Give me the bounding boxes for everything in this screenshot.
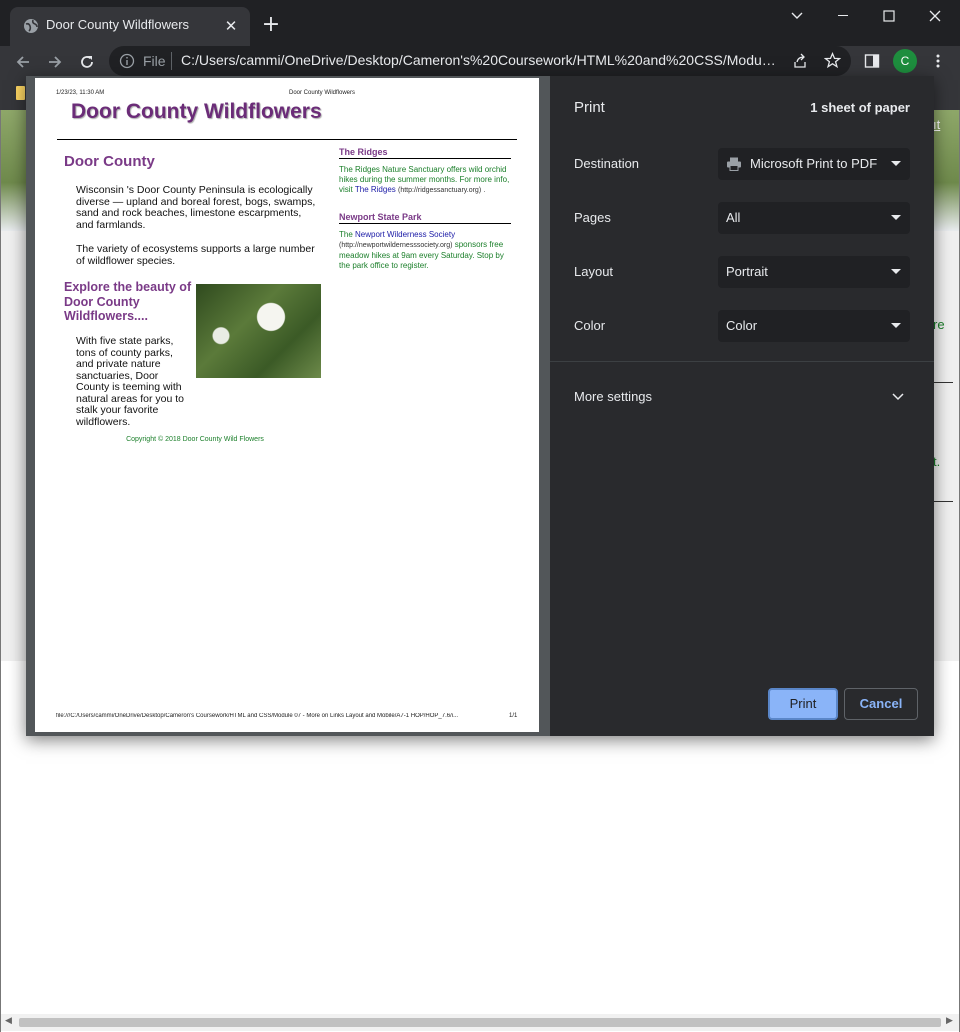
destination-label: Destination [574,156,640,171]
preview-header-date: 1/23/23, 11:30 AM [56,90,105,96]
arrow-left-icon [16,56,29,68]
dropdown-caret-icon [891,161,901,166]
close-icon [929,10,941,22]
page-divider [933,382,953,383]
reload-button[interactable] [74,49,100,75]
scroll-left-icon[interactable]: ◀ [5,1016,12,1026]
address-bar[interactable]: File C:/Users/cammi/OneDrive/Desktop/Cam… [109,46,851,76]
layout-label: Layout [574,264,614,279]
print-button[interactable]: Print [768,688,838,720]
minimize-button[interactable] [820,0,866,32]
layout-value: Portrait [726,264,768,279]
preview-paragraph-3: With five state parks, tons of county pa… [76,335,321,428]
chevron-down-icon [791,12,803,19]
preview-subheading: Explore the beauty of Door County Wildfl… [64,280,192,323]
preview-page-number: 1/1 [509,713,518,719]
color-select[interactable]: Color [718,310,910,342]
close-tab-icon[interactable]: ✕ [221,16,241,36]
preview-ridges-text: The Ridges Nature Sanctuary offers wild … [339,165,515,196]
page-nav-link[interactable]: ıt [933,117,940,132]
print-title: Print [574,99,605,116]
preview-side-rule [339,158,511,159]
browser-tab[interactable]: Door County Wildflowers ✕ [10,7,250,46]
preview-page: 1/23/23, 11:30 AM Door County Wildflower… [35,78,539,732]
preview-paragraph-2: The variety of ecosystems supports a lar… [76,243,315,267]
color-value: Color [726,318,758,333]
pages-value: All [726,210,741,225]
printer-icon [727,157,741,171]
preview-title-rule [57,139,517,140]
arrow-right-icon [49,56,62,68]
scrollbar-thumb[interactable] [19,1018,941,1027]
tab-title: Door County Wildflowers [46,17,190,32]
minimize-icon [838,15,848,16]
maximize-button[interactable] [866,0,912,32]
back-button[interactable] [10,49,36,75]
tab-search-button[interactable] [774,0,820,32]
sheet-count: 1 sheet of paper [810,100,910,115]
preview-header-title: Door County Wildflowers [289,90,356,96]
print-preview-area: 1/23/23, 11:30 AM Door County Wildflower… [26,76,550,736]
globe-icon [24,19,38,33]
reload-icon [81,56,93,68]
preview-page-title: Door County Wildflowers [71,100,322,123]
preview-copyright: Copyright © 2018 Door County Wild Flower… [126,436,264,443]
destination-select[interactable]: Microsoft Print to PDF [718,148,910,180]
preview-heading: Door County [64,153,155,170]
page-text-fragment: re [933,317,945,332]
ridges-end: . [483,187,486,194]
newport-link: Newport Wilderness Society [355,230,456,239]
destination-value: Microsoft Print to PDF [750,156,878,171]
preview-side-rule [339,223,511,224]
scheme-label: File [143,53,166,69]
preview-newport-heading: Newport State Park [339,212,422,222]
more-settings-label: More settings [574,389,653,404]
share-icon[interactable] [792,53,808,69]
ridges-url: (http://ridgessanctuary.org) [398,187,482,194]
star-icon[interactable] [824,52,841,69]
newport-pre: The [339,230,353,239]
scroll-right-icon[interactable]: ▶ [946,1016,953,1026]
pages-label: Pages [574,210,611,225]
close-window-button[interactable] [912,0,958,32]
dropdown-caret-icon [891,215,901,220]
url-text[interactable]: C:/Users/cammi/OneDrive/Desktop/Cameron'… [181,52,777,68]
dropdown-caret-icon [891,323,901,328]
ridges-link: The Ridges [354,185,396,194]
bookmark-folder-icon[interactable] [16,86,25,100]
maximize-icon [883,10,895,22]
dropdown-caret-icon [891,269,901,274]
more-settings-toggle[interactable]: More settings [550,382,934,412]
preview-footer-path: file:///C:/Users/cammi/OneDrive/Desktop/… [56,713,459,719]
cancel-button[interactable]: Cancel [844,688,918,720]
newport-url: (http://newportwildernesssociety.org) [339,242,453,249]
horizontal-scrollbar[interactable]: ◀ ▶ [1,1014,959,1031]
preview-paragraph-3-text: With five state parks, tons of county pa… [76,335,184,428]
preview-paragraph-1: Wisconsin 's Door County Peninsula is ec… [76,184,316,231]
preview-ridges-heading: The Ridges [339,147,388,157]
info-icon[interactable] [119,53,135,69]
page-text-fragment: t. [933,454,941,469]
print-dialog: 1/23/23, 11:30 AM Door County Wildflower… [26,76,934,736]
settings-divider [550,361,934,362]
browser-toolbar: File C:/Users/cammi/OneDrive/Desktop/Cam… [0,46,960,76]
color-label: Color [574,318,606,333]
new-tab-button[interactable]: + [259,13,283,37]
menu-dots-icon[interactable] [930,53,946,69]
tab-strip: Door County Wildflowers ✕ + [0,0,960,46]
print-settings-panel: Print 1 sheet of paper Destination Micro… [550,76,934,736]
page-divider [933,501,953,502]
profile-avatar[interactable]: C [893,49,917,73]
layout-select[interactable]: Portrait [718,256,910,288]
preview-newport-text: The Newport Wilderness Society (http://n… [339,230,515,271]
omnibox-separator [171,52,172,70]
side-panel-icon[interactable] [864,53,880,69]
chevron-down-icon [892,393,904,401]
pages-select[interactable]: All [718,202,910,234]
forward-button[interactable] [42,49,68,75]
